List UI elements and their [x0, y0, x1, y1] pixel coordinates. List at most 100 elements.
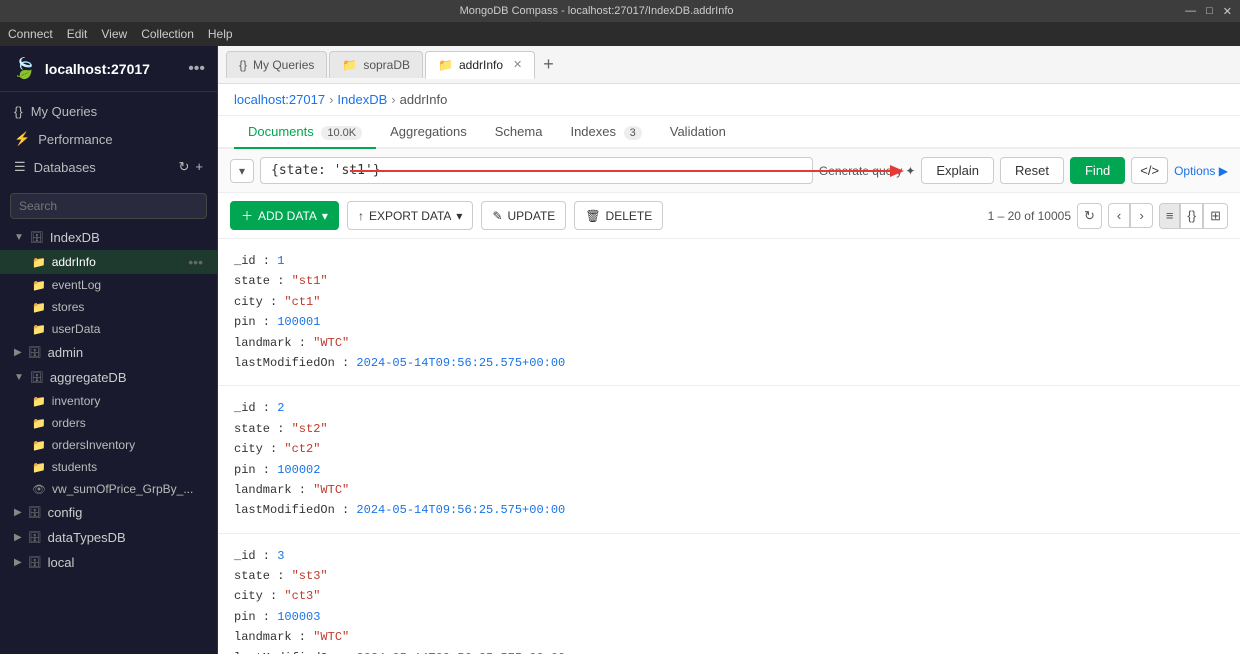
options-button[interactable]: Options ▶ — [1174, 164, 1228, 178]
add-tab-button[interactable]: + — [537, 54, 560, 75]
folder-gray-icon: 📁 — [32, 417, 46, 430]
collection-item-userdata[interactable]: 📁 userData — [0, 318, 217, 340]
collection-item-inventory[interactable]: 📁 inventory — [0, 390, 217, 412]
sub-tab-validation-label: Validation — [670, 124, 726, 139]
sub-tab-documents[interactable]: Documents 10.0K — [234, 116, 376, 149]
folder-gray-icon: 📁 — [32, 439, 46, 452]
app-body: 🍃 localhost:27017 ••• {} My Queries ⚡ Pe… — [0, 46, 1240, 654]
doc-field-lastmodified: lastModifiedOn : 2024-05-14T09:56:25.575… — [234, 353, 1224, 373]
search-input[interactable] — [10, 193, 207, 219]
collection-item-vw-sum[interactable]: 👁 vw_sumOfPrice_GrpBy_... — [0, 478, 217, 500]
tab-sopradb[interactable]: 📁 sopraDB — [329, 51, 423, 78]
find-button[interactable]: Find — [1070, 157, 1125, 184]
title-bar-title: MongoDB Compass - localhost:27017/IndexD… — [8, 5, 1185, 17]
export-data-label: EXPORT DATA — [369, 209, 451, 223]
database-icon: 🗄 — [28, 506, 42, 519]
prev-page-button[interactable]: ‹ — [1108, 203, 1130, 228]
collection-item-stores[interactable]: 📁 stores — [0, 296, 217, 318]
doc-field-pin: pin : 100002 — [234, 460, 1224, 480]
document-item-3: _id : 3 state : "st3" city : "ct3" pin :… — [218, 534, 1240, 654]
mongo-leaf-icon: 🍃 — [12, 56, 37, 81]
collection-item-addrinfo[interactable]: 📁 addrInfo ••• — [0, 250, 217, 274]
sidebar-hostname: localhost:27017 — [45, 61, 150, 77]
sub-tab-aggregations[interactable]: Aggregations — [376, 116, 481, 149]
code-button[interactable]: </> — [1131, 157, 1168, 184]
sub-tabs: Documents 10.0K Aggregations Schema Inde… — [218, 116, 1240, 149]
sidebar-item-databases[interactable]: ☰ Databases ↻ + — [0, 153, 217, 181]
view-buttons: ≡ {} ⊞ — [1159, 203, 1228, 229]
query-toggle-button[interactable]: ▾ — [230, 159, 254, 183]
caret-down-icon: ▼ — [14, 232, 24, 243]
sidebar-more-icon[interactable]: ••• — [188, 60, 205, 78]
menu-connect[interactable]: Connect — [8, 27, 53, 41]
sidebar-item-performance[interactable]: ⚡ Performance — [0, 125, 217, 153]
db-name-indexdb: IndexDB — [50, 230, 100, 245]
query-input[interactable] — [260, 157, 813, 184]
db-item-datatypesdb[interactable]: ▶ 🗄 dataTypesDB — [0, 525, 217, 550]
db-item-local[interactable]: ▶ 🗄 local — [0, 550, 217, 575]
sub-tab-indexes-label: Indexes — [570, 124, 616, 139]
collection-item-eventlog[interactable]: 📁 eventLog — [0, 274, 217, 296]
db-item-config[interactable]: ▶ 🗄 config — [0, 500, 217, 525]
reset-button[interactable]: Reset — [1000, 157, 1064, 184]
tab-my-queries[interactable]: {} My Queries — [226, 51, 327, 78]
menu-bar: Connect Edit View Collection Help — [0, 22, 1240, 46]
pencil-icon: ✎ — [492, 209, 502, 223]
db-group-indexdb: ▼ 🗄 IndexDB 📁 addrInfo ••• 📁 eventLog 📁 … — [0, 225, 217, 340]
close-button[interactable]: ✕ — [1223, 5, 1232, 18]
breadcrumb-db[interactable]: IndexDB — [337, 92, 387, 107]
add-database-icon[interactable]: + — [195, 159, 203, 175]
doc-field-landmark: landmark : "WTC" — [234, 333, 1224, 353]
sidebar-item-my-queries[interactable]: {} My Queries — [0, 98, 217, 125]
sidebar-my-queries-label: My Queries — [31, 104, 97, 119]
update-button[interactable]: ✎ UPDATE — [481, 201, 566, 230]
menu-view[interactable]: View — [101, 27, 127, 41]
sub-tab-indexes-badge: 3 — [624, 126, 642, 140]
db-item-indexdb[interactable]: ▼ 🗄 IndexDB — [0, 225, 217, 250]
add-data-button[interactable]: ＋ ADD DATA ▾ — [230, 201, 339, 230]
maximize-button[interactable]: □ — [1206, 5, 1213, 18]
db-item-admin[interactable]: ▶ 🗄 admin — [0, 340, 217, 365]
collection-menu-icon[interactable]: ••• — [188, 254, 203, 270]
refresh-button[interactable]: ↻ — [1077, 203, 1102, 229]
add-data-caret-icon: ▾ — [322, 209, 328, 223]
sub-tab-schema[interactable]: Schema — [481, 116, 557, 149]
title-bar-controls[interactable]: — □ ✕ — [1185, 5, 1232, 18]
caret-down-icon: ▼ — [14, 372, 24, 383]
tab-addrinfo[interactable]: 📁 addrInfo ✕ — [425, 51, 535, 79]
generate-query-button[interactable]: Generate query ✦ — [819, 164, 915, 178]
plus-icon: ＋ — [241, 207, 253, 224]
table-view-button[interactable]: ⊞ — [1203, 203, 1228, 229]
next-page-button[interactable]: › — [1130, 203, 1152, 228]
doc-field-state: state : "st2" — [234, 419, 1224, 439]
minimize-button[interactable]: — — [1185, 5, 1196, 18]
collection-item-students[interactable]: 📁 students — [0, 456, 217, 478]
caret-right-icon: ▶ — [14, 532, 22, 543]
db-name-admin: admin — [48, 345, 83, 360]
sub-tab-indexes[interactable]: Indexes 3 — [556, 116, 655, 149]
menu-edit[interactable]: Edit — [67, 27, 88, 41]
explain-button[interactable]: Explain — [921, 157, 994, 184]
query-input-wrap — [260, 157, 813, 184]
delete-button[interactable]: 🗑 DELETE — [574, 201, 663, 230]
menu-help[interactable]: Help — [208, 27, 233, 41]
collection-item-orders[interactable]: 📁 orders — [0, 412, 217, 434]
doc-field-city: city : "ct3" — [234, 586, 1224, 606]
collection-item-ordersinventory[interactable]: 📁 ordersInventory — [0, 434, 217, 456]
collection-name-vw-sum: vw_sumOfPrice_GrpBy_... — [52, 482, 203, 496]
query-bar-wrapper: ▾ Generate query ✦ Explain — [218, 149, 1240, 193]
sub-tab-validation[interactable]: Validation — [656, 116, 740, 149]
db-item-aggregatedb[interactable]: ▼ 🗄 aggregateDB — [0, 365, 217, 390]
json-view-button[interactable]: {} — [1180, 203, 1203, 229]
collection-name-userdata: userData — [52, 322, 203, 336]
breadcrumb-host[interactable]: localhost:27017 — [234, 92, 325, 107]
document-item-1: _id : 1 state : "st1" city : "ct1" pin :… — [218, 239, 1240, 386]
breadcrumb-collection: addrInfo — [400, 92, 448, 107]
sidebar-search — [0, 187, 217, 225]
menu-collection[interactable]: Collection — [141, 27, 194, 41]
export-data-button[interactable]: ↑ EXPORT DATA ▾ — [347, 201, 474, 230]
my-queries-icon: {} — [14, 104, 23, 119]
refresh-icon[interactable]: ↻ — [179, 159, 190, 175]
tab-close-button[interactable]: ✕ — [513, 58, 522, 71]
list-view-button[interactable]: ≡ — [1159, 203, 1181, 229]
